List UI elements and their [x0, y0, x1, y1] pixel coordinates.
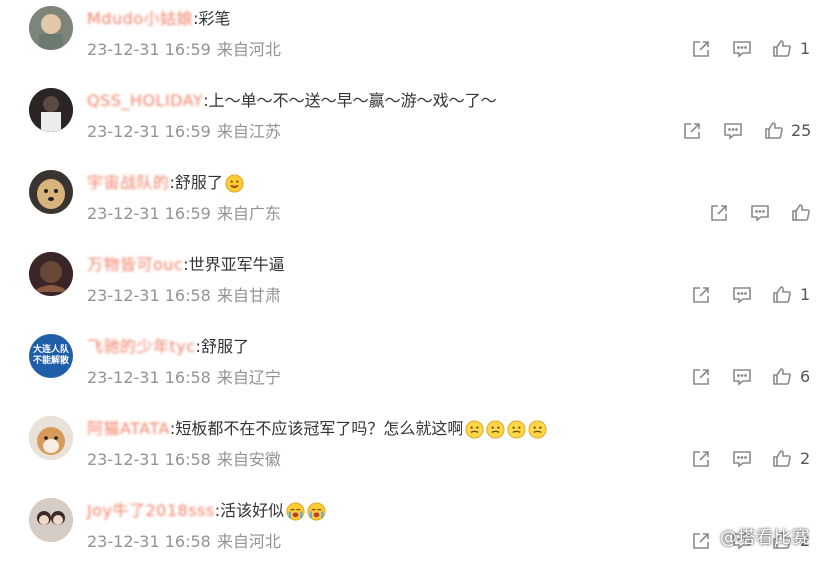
- reply-icon[interactable]: [731, 284, 753, 306]
- comment-meta: 23-12-31 16:58 来自辽宁: [87, 368, 281, 388]
- share-icon[interactable]: [690, 366, 712, 388]
- reply-icon[interactable]: [731, 366, 753, 388]
- comment-item: Mdudo小姑娘 :彩笔 23-12-31 16:59 来自河北 1: [0, 0, 820, 82]
- share-icon[interactable]: [690, 38, 712, 60]
- comment-line: 万物皆可ouc :世界亚军牛逼: [87, 255, 285, 275]
- avatar[interactable]: [29, 416, 73, 460]
- comment-time: 23-12-31 16:59: [87, 40, 211, 59]
- like-count: 1: [800, 285, 811, 304]
- share-icon[interactable]: [681, 120, 703, 142]
- comment-line: Mdudo小姑娘 :彩笔: [87, 9, 230, 29]
- avatar[interactable]: [29, 252, 73, 296]
- avatar[interactable]: [29, 88, 73, 132]
- username-link[interactable]: Mdudo小姑娘: [87, 9, 193, 29]
- share-icon[interactable]: [690, 530, 712, 552]
- username-link[interactable]: 万物皆可ouc: [87, 255, 183, 275]
- comment-time: 23-12-31 16:58: [87, 450, 211, 469]
- share-icon[interactable]: [690, 284, 712, 306]
- comment-meta: 23-12-31 16:59 来自江苏: [87, 122, 281, 142]
- comment-location: 来自河北: [216, 40, 281, 59]
- username-link[interactable]: 宇宙战队的: [87, 173, 170, 193]
- comment-item: 阿猫ATATA :短板都不在不应该冠军了吗？怎么就这啊 23-12-31 16:…: [0, 410, 820, 492]
- comment-item: 宇宙战队的 :舒服了 23-12-31 16:59 来自广东: [0, 164, 820, 246]
- like-icon[interactable]: [771, 366, 793, 388]
- comment-time: 23-12-31 16:58: [87, 532, 211, 551]
- comment-time: 23-12-31 16:59: [87, 122, 211, 141]
- like-count: 2: [800, 449, 811, 468]
- comment-line: QSS_HOLIDAY :上～单～不～送～早～赢～游～戏～了～: [87, 91, 497, 111]
- comment-meta: 23-12-31 16:58 来自甘肃: [87, 286, 281, 306]
- smile-emoji-icon: [225, 173, 244, 193]
- comment-location: 来自广东: [216, 204, 281, 223]
- avatar[interactable]: [29, 498, 73, 542]
- username-link[interactable]: 阿猫ATATA: [87, 419, 170, 439]
- reply-icon[interactable]: [749, 202, 771, 224]
- comment-text: :彩笔: [193, 9, 231, 28]
- comment-line: 飞驰的少年tyc :舒服了: [87, 337, 249, 357]
- avatar[interactable]: 大连人队 不能解散: [29, 334, 73, 378]
- comment-location: 来自江苏: [216, 122, 281, 141]
- comment-meta: 23-12-31 16:59 来自河北: [87, 40, 281, 60]
- awkward-emoji-icon: [507, 419, 526, 439]
- awkward-emoji-icon: [528, 419, 547, 439]
- username-link[interactable]: 飞驰的少年tyc: [87, 337, 196, 357]
- awkward-emoji-icon: [486, 419, 505, 439]
- like-icon[interactable]: [763, 120, 785, 142]
- comment-item: 大连人队 不能解散 飞驰的少年tyc :舒服了 23-12-31 16:58 来自…: [0, 328, 820, 410]
- comment-text: :上～单～不～送～早～赢～游～戏～了～: [203, 91, 497, 110]
- comment-text: :舒服了: [170, 173, 244, 193]
- comment-item: QSS_HOLIDAY :上～单～不～送～早～赢～游～戏～了～ 23-12-31…: [0, 82, 820, 164]
- username-link[interactable]: QSS_HOLIDAY: [87, 91, 203, 111]
- reply-icon[interactable]: [731, 38, 753, 60]
- comment-text-content: :活该好似: [214, 501, 285, 520]
- comment-text-content: :短板都不在不应该冠军了吗？怎么就这啊: [169, 419, 464, 438]
- crying-emoji-icon: [307, 501, 326, 521]
- awkward-emoji-icon: [465, 419, 484, 439]
- reply-icon[interactable]: [731, 448, 753, 470]
- like-count: 25: [791, 121, 812, 140]
- avatar[interactable]: [29, 6, 73, 50]
- comment-location: 来自甘肃: [216, 286, 281, 305]
- comment-line: 宇宙战队的 :舒服了: [87, 173, 244, 193]
- crying-emoji-icon: [286, 501, 305, 521]
- comment-line: 阿猫ATATA :短板都不在不应该冠军了吗？怎么就这啊: [87, 419, 547, 439]
- share-icon[interactable]: [708, 202, 730, 224]
- like-icon[interactable]: [771, 38, 793, 60]
- reply-icon[interactable]: [722, 120, 744, 142]
- username-link[interactable]: Joy牛了2018sss: [87, 501, 215, 521]
- watermark: @塔看比赛: [720, 528, 810, 548]
- comment-line: Joy牛了2018sss :活该好似: [87, 501, 326, 521]
- comment-location: 来自安徽: [216, 450, 281, 469]
- like-icon[interactable]: [771, 448, 793, 470]
- comment-item: 万物皆可ouc :世界亚军牛逼 23-12-31 16:58 来自甘肃 1: [0, 246, 820, 328]
- comment-text: :世界亚军牛逼: [183, 255, 285, 274]
- comment-time: 23-12-31 16:58: [87, 286, 211, 305]
- comment-meta: 23-12-31 16:58 来自河北: [87, 532, 281, 552]
- comment-item: Joy牛了2018sss :活该好似 23-12-31 16:58 来自河北 2: [0, 492, 820, 574]
- comment-location: 来自河北: [216, 532, 281, 551]
- comment-text: :活该好似: [215, 501, 326, 521]
- comment-meta: 23-12-31 16:59 来自广东: [87, 204, 281, 224]
- comment-time: 23-12-31 16:58: [87, 368, 211, 387]
- share-icon[interactable]: [690, 448, 712, 470]
- comment-text: :短板都不在不应该冠军了吗？怎么就这啊: [170, 419, 547, 439]
- avatar[interactable]: [29, 170, 73, 214]
- comment-text: :舒服了: [195, 337, 249, 356]
- avatar-text: 大连人队 不能解散: [33, 345, 70, 366]
- comment-location: 来自辽宁: [216, 368, 281, 387]
- like-count: 6: [800, 367, 811, 386]
- comment-text-content: :舒服了: [169, 173, 223, 192]
- like-icon[interactable]: [771, 284, 793, 306]
- comment-time: 23-12-31 16:59: [87, 204, 211, 223]
- like-count: 1: [800, 39, 811, 58]
- like-icon[interactable]: [790, 202, 812, 224]
- comment-meta: 23-12-31 16:58 来自安徽: [87, 450, 281, 470]
